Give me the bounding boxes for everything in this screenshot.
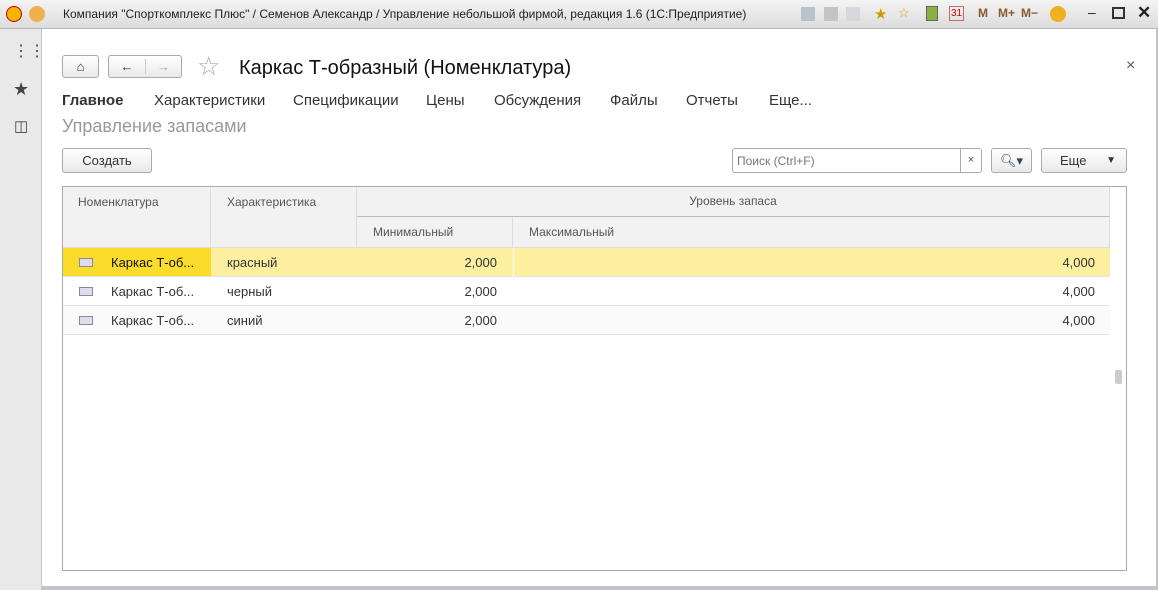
tab-files[interactable]: Файлы	[610, 92, 658, 109]
tab-characteristics[interactable]: Характеристики	[154, 92, 265, 109]
back-button[interactable]: ←	[109, 59, 145, 74]
preview-icon[interactable]	[846, 7, 860, 21]
table-row[interactable]: Каркас Т-об... синий 2,000 4,000	[63, 306, 1110, 335]
item-icon	[79, 316, 93, 325]
nav-buttons: ← →	[108, 55, 182, 78]
cell-characteristic: красный	[227, 255, 278, 270]
table-row[interactable]: Каркас Т-об... черный 2,000 4,000	[63, 277, 1110, 306]
tab-main[interactable]: Главное	[62, 92, 123, 109]
cell-characteristic: синий	[227, 313, 263, 328]
info-icon[interactable]	[1050, 6, 1066, 22]
minimize-button[interactable]: –	[1088, 4, 1096, 20]
cell-min: 2,000	[464, 313, 497, 328]
scrollbar-thumb[interactable]	[1115, 370, 1122, 384]
cell-item: Каркас Т-об...	[111, 313, 195, 328]
item-icon	[79, 287, 93, 296]
memory-button[interactable]: M	[978, 6, 988, 20]
print-icon[interactable]	[824, 7, 838, 21]
header-stock-level: Уровень запаса	[357, 187, 1110, 217]
table-row[interactable]: Каркас Т-об... красный 2,000 4,000	[63, 248, 1110, 277]
close-window-button[interactable]: ✕	[1137, 3, 1151, 23]
scrollbar[interactable]	[1110, 187, 1126, 570]
title-bar: Компания "Спорткомплекс Плюс" / Семенов …	[0, 0, 1158, 29]
home-button[interactable]: ⌂	[62, 55, 99, 78]
calendar-icon[interactable]: 31	[949, 6, 965, 21]
main-menu-icon[interactable]	[29, 6, 45, 22]
memory-minus-button[interactable]: M−	[1021, 6, 1038, 20]
tab-more[interactable]: Еще...	[769, 92, 812, 109]
header-characteristic[interactable]: Характеристика	[211, 187, 357, 248]
more-button[interactable]: Еще ▼	[1041, 148, 1127, 173]
maximize-button[interactable]	[1112, 7, 1125, 19]
tab-prices[interactable]: Цены	[426, 92, 465, 109]
calculator-icon[interactable]	[926, 6, 938, 21]
sidebar: ⋮⋮⋮ ★ ◫	[0, 29, 61, 590]
tab-specifications[interactable]: Спецификации	[293, 92, 399, 109]
favorite-star-icon[interactable]: ☆	[197, 51, 220, 82]
memory-plus-button[interactable]: M+	[998, 6, 1015, 20]
favorites-icon[interactable]: ★	[13, 79, 29, 100]
cell-max: 4,000	[1062, 284, 1095, 299]
search-icon: 🔍︎▾	[999, 152, 1024, 168]
more-label: Еще	[1060, 153, 1087, 168]
add-favorite-icon[interactable]: ★	[874, 5, 887, 23]
close-form-button[interactable]: ×	[1126, 57, 1135, 75]
cell-min: 2,000	[464, 284, 497, 299]
forward-button[interactable]: →	[144, 59, 181, 74]
save-icon[interactable]	[801, 7, 815, 21]
item-icon	[79, 258, 93, 267]
header-max[interactable]: Максимальный	[513, 217, 1110, 248]
cell-characteristic: черный	[227, 284, 273, 299]
cell-item: Каркас Т-об...	[111, 255, 195, 270]
tab-discussions[interactable]: Обсуждения	[494, 92, 581, 109]
header-min[interactable]: Минимальный	[357, 217, 513, 248]
search-input[interactable]	[732, 148, 961, 173]
cell-max: 4,000	[513, 248, 1095, 277]
cell-item: Каркас Т-об...	[111, 284, 195, 299]
window-title: Компания "Спорткомплекс Плюс" / Семенов …	[63, 7, 747, 21]
search-options-button[interactable]: 🔍︎▾	[991, 148, 1032, 173]
chevron-down-icon: ▼	[1106, 155, 1116, 166]
tab-reports[interactable]: Отчеты	[686, 92, 738, 109]
cell-max: 4,000	[1062, 313, 1095, 328]
1c-logo-icon	[6, 6, 22, 22]
section-title: Управление запасами	[62, 116, 247, 136]
page-title: Каркас Т-образный (Номенклатура)	[239, 57, 572, 79]
create-button[interactable]: Создать	[62, 148, 152, 173]
clear-search-button[interactable]: ×	[960, 148, 982, 173]
home-icon: ⌂	[76, 59, 85, 74]
header-item[interactable]: Номенклатура	[63, 187, 211, 248]
cell-min: 2,000	[464, 255, 497, 270]
history-icon[interactable]: ◫	[14, 117, 28, 135]
favorites-icon[interactable]: ☆	[898, 5, 910, 21]
stock-table: Номенклатура Характеристика Уровень запа…	[62, 186, 1127, 571]
